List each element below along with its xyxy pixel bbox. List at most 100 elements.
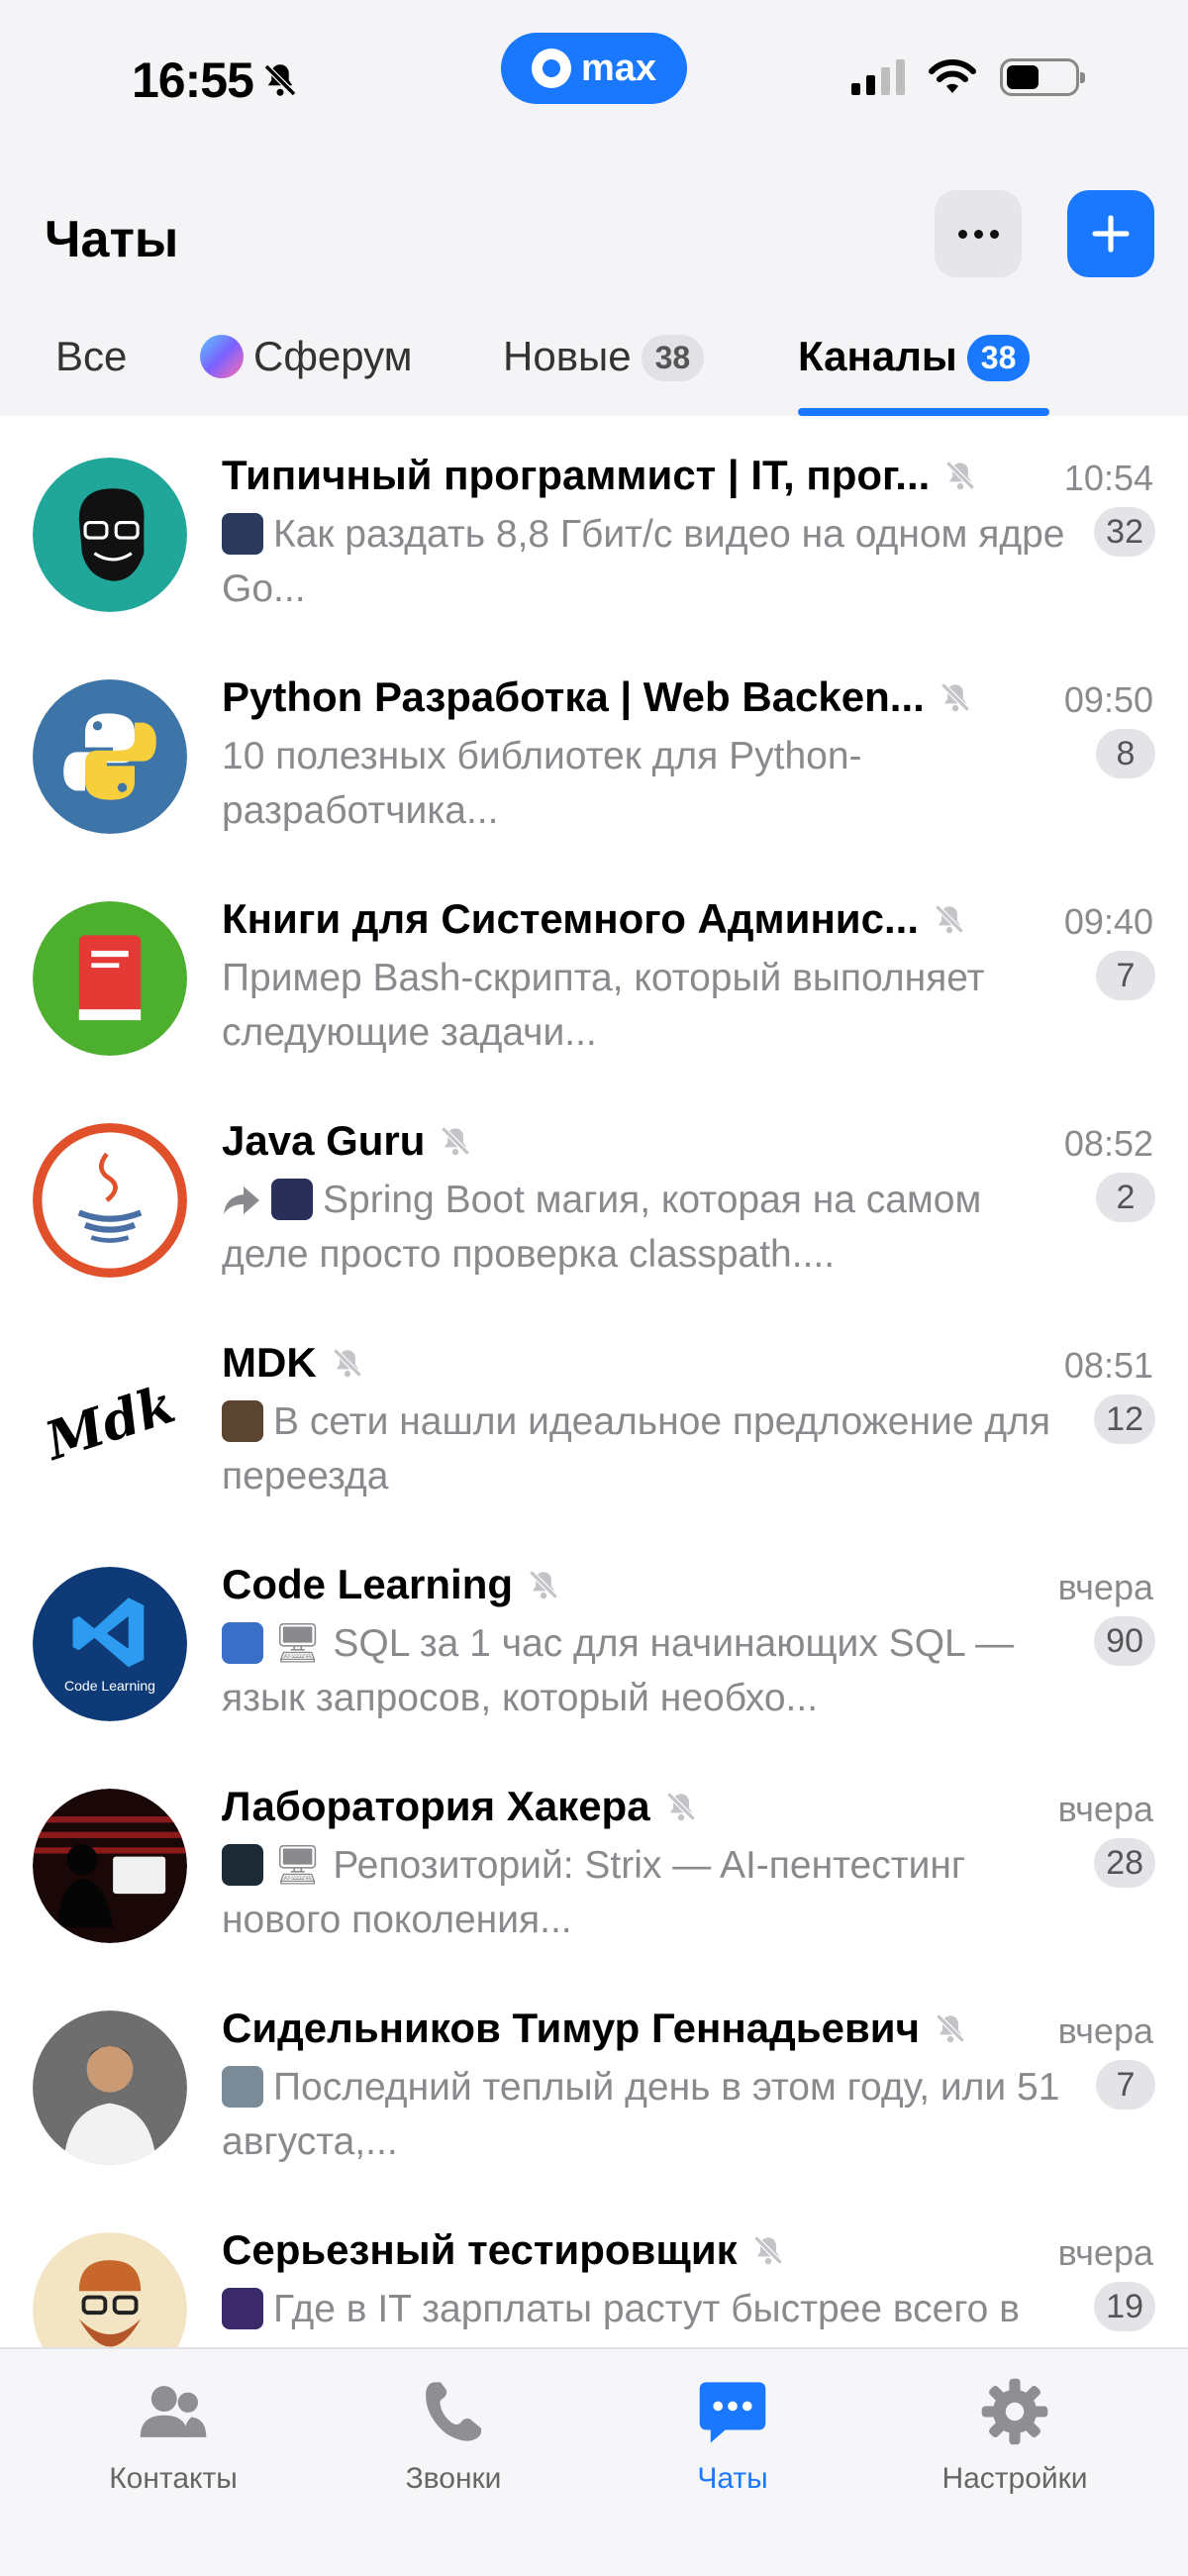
tab-label: Все: [55, 333, 128, 379]
chat-row[interactable]: Mdk MDK 08:51 В сети нашли идеальное пре…: [0, 1303, 1188, 1525]
tab-channels[interactable]: Каналы 38: [798, 327, 1031, 416]
tab-sferum[interactable]: Сферум: [200, 327, 413, 416]
chat-list: Типичный программист | IT, прог... 10:54…: [0, 416, 1188, 2413]
muted-bell-icon: [935, 904, 964, 934]
avatar: [33, 679, 187, 834]
chat-time: 09:40: [1063, 901, 1153, 942]
tab-all[interactable]: Все: [55, 327, 127, 416]
status-time: 16:55: [132, 52, 301, 109]
avatar: [33, 901, 187, 1056]
chat-preview: 🖥 Репозиторий: Strix — AI-пентестинг нов…: [222, 1838, 1073, 1947]
new-chat-button[interactable]: [1067, 190, 1154, 277]
media-thumbnail: [271, 1179, 313, 1220]
chat-time: 08:52: [1063, 1123, 1153, 1164]
avatar: [33, 2010, 187, 2165]
media-thumbnail: [222, 1622, 263, 1664]
muted-bell-icon: [753, 2235, 783, 2265]
muted-bell-icon: [441, 1126, 471, 1156]
tabbar-settings[interactable]: Настройки: [886, 2375, 1143, 2496]
chat-preview: 🖥 SQL за 1 час для начинающих SQL — язык…: [222, 1616, 1073, 1725]
chat-time: 08:51: [1063, 1345, 1153, 1386]
status-time-text: 16:55: [132, 52, 254, 108]
chat-preview-text: Последний теплый день в этом году, или 5…: [222, 2066, 1060, 2163]
active-tab-indicator: [798, 408, 1049, 416]
mute-bell-icon: [263, 63, 297, 97]
chat-time: вчера: [1057, 2010, 1153, 2051]
bottom-tab-bar: Контакты Звонки Чаты Настройки: [0, 2347, 1188, 2576]
media-thumbnail: [222, 513, 263, 555]
unread-count-badge: 90: [1094, 1616, 1155, 1666]
folder-tabs: Все Сферум Новые 38 Каналы 38: [0, 327, 1188, 416]
chat-title: Python Разработка | Web Backen...: [222, 673, 974, 721]
chat-title-text: Python Разработка | Web Backen...: [222, 673, 925, 720]
chat-row[interactable]: Java Guru 08:52 Spring Boot магия, котор…: [0, 1082, 1188, 1303]
tab-badge: 38: [641, 335, 705, 381]
media-thumbnail: [222, 1844, 263, 1886]
chat-row[interactable]: Сидельников Тимур Геннадьевич вчера Посл…: [0, 1969, 1188, 2191]
chat-row[interactable]: Code Learning Code Learning вчера 🖥 SQL …: [0, 1525, 1188, 1747]
chat-preview: 10 полезных библиотек для Python-разрабо…: [222, 729, 1073, 838]
dot-icon: [957, 229, 967, 239]
chat-time: вчера: [1057, 2232, 1153, 2273]
chat-row[interactable]: Python Разработка | Web Backen... 09:50 …: [0, 638, 1188, 860]
unread-count-badge: 12: [1094, 1394, 1155, 1444]
tabbar-chats[interactable]: Чаты: [604, 2375, 861, 2496]
tabbar-label: Настройки: [941, 2462, 1088, 2495]
chat-title-text: Книги для Системного Админис...: [222, 895, 919, 942]
programmer-avatar-icon: [33, 458, 187, 612]
video-thumbnail: [222, 2066, 263, 2108]
chat-row[interactable]: Лаборатория Хакера вчера 🖥 Репозиторий: …: [0, 1747, 1188, 1969]
unread-count-badge: 19: [1094, 2282, 1155, 2331]
status-bar: 16:55 max: [0, 0, 1188, 158]
tab-label: Новые: [503, 333, 632, 379]
cellular-signal-icon: [851, 59, 905, 95]
tabbar-label: Звонки: [405, 2462, 502, 2495]
chat-preview: В сети нашли идеальное предложение для п…: [222, 1394, 1073, 1503]
chat-row[interactable]: Типичный программист | IT, прог... 10:54…: [0, 416, 1188, 638]
unread-count-badge: 7: [1096, 951, 1155, 1000]
unread-count-badge: 2: [1096, 1173, 1155, 1222]
chat-title: Книги для Системного Админис...: [222, 895, 968, 943]
chat-row[interactable]: Книги для Системного Админис... 09:40 Пр…: [0, 860, 1188, 1082]
chat-title: Серьезный тестировщик: [222, 2226, 787, 2274]
chat-title: Сидельников Тимур Геннадьевич: [222, 2005, 969, 2052]
tabbar-calls[interactable]: Звонки: [325, 2375, 582, 2496]
book-avatar-icon: [33, 901, 187, 1056]
page-title: Чаты: [45, 211, 179, 268]
chat-bubble-icon: [699, 2382, 766, 2443]
plus-icon: [1092, 215, 1130, 253]
media-thumbnail: [222, 2288, 263, 2329]
chat-preview-text: Spring Boot магия, которая на самом деле…: [222, 1179, 982, 1276]
chat-preview-text: 🖥 Репозиторий: Strix — AI-пентестинг нов…: [222, 1844, 966, 1941]
tabbar-contacts[interactable]: Контакты: [45, 2375, 302, 2496]
chat-title-text: MDK: [222, 1339, 317, 1386]
dot-icon: [989, 229, 999, 239]
muted-bell-icon: [945, 461, 975, 490]
chat-title: MDK: [222, 1339, 366, 1387]
chat-title: Code Learning: [222, 1561, 562, 1608]
max-pill-label: max: [580, 47, 657, 89]
tab-badge: 38: [966, 335, 1031, 381]
max-logo-icon: [531, 49, 571, 88]
unread-count-badge: 7: [1096, 2060, 1155, 2110]
muted-bell-icon: [665, 1792, 696, 1821]
chat-title: Java Guru: [222, 1117, 474, 1165]
max-app-pill[interactable]: max: [501, 33, 687, 104]
chat-preview: Spring Boot магия, которая на самом деле…: [222, 1173, 1073, 1282]
chat-time: 10:54: [1063, 458, 1153, 498]
tab-new[interactable]: Новые 38: [503, 327, 705, 416]
chat-preview-text: Пример Bash-скрипта, который выполняет с…: [222, 957, 985, 1054]
battery-icon: [1000, 58, 1085, 96]
muted-bell-icon: [333, 1348, 362, 1378]
muted-bell-icon: [936, 2013, 965, 2043]
muted-bell-icon: [529, 1570, 558, 1599]
chat-preview: Пример Bash-скрипта, который выполняет с…: [222, 951, 1073, 1060]
tab-label: Каналы: [798, 333, 957, 379]
more-button[interactable]: [935, 190, 1022, 277]
avatar: Code Learning: [33, 1567, 187, 1721]
person-photo-avatar: [33, 2010, 187, 2165]
avatar-caption: Code Learning: [64, 1678, 155, 1694]
chat-title: Лаборатория Хакера: [222, 1783, 700, 1830]
avatar: [33, 1789, 187, 1943]
dot-icon: [973, 229, 983, 239]
